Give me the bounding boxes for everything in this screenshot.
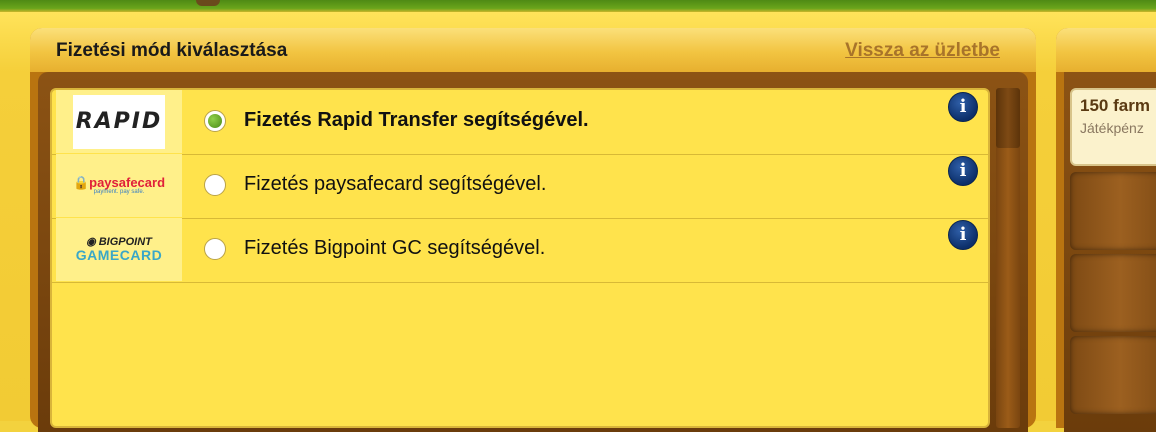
back-to-shop-link[interactable]: Vissza az üzletbe (845, 40, 1000, 62)
info-icon[interactable]: i (948, 92, 978, 122)
payment-option-rapid-transfer[interactable]: RAPID Fizetés Rapid Transfer segítségéve… (52, 90, 988, 155)
empty-offer-slot (1070, 172, 1156, 250)
logo-cell: ◉ BIGPOINT GAMECARD (56, 218, 182, 281)
bigpoint-gamecard-logo: ◉ BIGPOINT GAMECARD (75, 235, 163, 263)
empty-offer-slot (1070, 254, 1156, 332)
option-label: Fizetés Rapid Transfer segítségével. (244, 109, 589, 131)
scrollbar-thumb[interactable] (996, 88, 1020, 148)
side-panel-body: 150 farm Játékpénz (1064, 72, 1156, 432)
panel-header: Fizetési mód kiválasztása Vissza az üzle… (30, 28, 1036, 72)
offer-card[interactable]: 150 farm Játékpénz (1070, 88, 1156, 166)
paysafecard-logo: 🔒paysafecard payment. pay safe. (72, 175, 166, 195)
payment-method-panel: Fizetési mód kiválasztása Vissza az üzle… (30, 28, 1036, 432)
payment-option-bigpoint-gc[interactable]: ◉ BIGPOINT GAMECARD Fizetés Bigpoint GC … (52, 218, 988, 283)
side-panel-header (1056, 28, 1156, 72)
option-label: Fizetés Bigpoint GC segítségével. (244, 237, 546, 259)
logo-cell: RAPID (56, 90, 182, 153)
payment-options-list: RAPID Fizetés Rapid Transfer segítségéve… (50, 88, 990, 428)
radio-bigpoint-gc[interactable] (204, 238, 226, 260)
info-icon[interactable]: i (948, 156, 978, 186)
side-offers-panel: 150 farm Játékpénz (1056, 28, 1156, 432)
page-title: Fizetési mód kiválasztása (56, 40, 288, 61)
empty-offer-slot (1070, 336, 1156, 414)
offer-subtitle: Játékpénz (1080, 120, 1144, 136)
logo-cell: 🔒paysafecard payment. pay safe. (56, 154, 182, 217)
payment-option-paysafecard[interactable]: 🔒paysafecard payment. pay safe. Fizetés … (52, 154, 988, 219)
scrollbar[interactable] (996, 88, 1020, 428)
lock-icon: 🔒 (72, 175, 90, 190)
panel-body: RAPID Fizetés Rapid Transfer segítségéve… (38, 72, 1028, 432)
bigpoint-icon: ◉ (86, 235, 96, 248)
top-decoration (196, 0, 220, 6)
top-bar (0, 0, 1156, 12)
option-label: Fizetés paysafecard segítségével. (244, 173, 547, 195)
offer-title: 150 farm (1080, 96, 1150, 115)
radio-paysafecard[interactable] (204, 174, 226, 196)
radio-rapid-transfer[interactable] (204, 110, 226, 132)
rapid-transfer-logo: RAPID (73, 94, 165, 149)
info-icon[interactable]: i (948, 220, 978, 250)
